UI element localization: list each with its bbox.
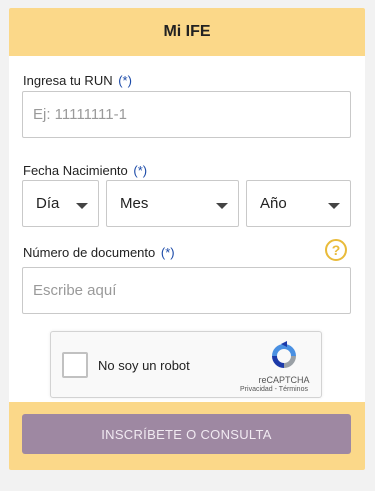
run-label-text: Ingresa tu RUN xyxy=(23,73,113,88)
birth-date-label: Fecha Nacimiento (*) xyxy=(23,163,147,178)
chevron-down-icon xyxy=(216,202,228,209)
help-icon[interactable]: ? xyxy=(325,239,347,261)
recaptcha-brand: reCAPTCHA xyxy=(258,375,310,385)
page-title: Mi IFE xyxy=(163,23,211,40)
recaptcha-label: No soy un robot xyxy=(98,358,190,373)
month-select-value: Mes xyxy=(120,195,149,212)
required-mark: (*) xyxy=(160,245,175,260)
document-number-input[interactable]: Escribe aquí xyxy=(22,267,351,314)
run-input-placeholder: Ej: 11111111-1 xyxy=(33,106,127,123)
day-select-value: Día xyxy=(36,195,60,212)
birth-date-label-text: Fecha Nacimiento xyxy=(23,163,128,178)
document-number-placeholder: Escribe aquí xyxy=(33,282,117,299)
chevron-down-icon xyxy=(328,202,340,209)
submit-button[interactable]: INSCRÍBETE O CONSULTA xyxy=(22,414,351,454)
help-icon-glyph: ? xyxy=(331,242,341,258)
form-card: Mi IFE Ingresa tu RUN (*) Ej: 11111111-1… xyxy=(9,8,365,470)
recaptcha-checkbox[interactable] xyxy=(62,352,88,378)
recaptcha-widget: No soy un robot reCAPTCHA Privacidad - T… xyxy=(50,331,322,398)
form-footer: INSCRÍBETE O CONSULTA xyxy=(9,402,365,470)
year-select[interactable]: Año xyxy=(246,180,351,227)
day-select[interactable]: Día xyxy=(22,180,99,227)
recaptcha-logo-icon xyxy=(272,341,296,368)
chevron-down-icon xyxy=(76,202,88,209)
run-label: Ingresa tu RUN (*) xyxy=(23,73,132,88)
year-select-value: Año xyxy=(260,195,287,212)
required-mark: (*) xyxy=(133,163,148,178)
month-select[interactable]: Mes xyxy=(106,180,239,227)
document-number-label: Número de documento (*) xyxy=(23,245,175,260)
required-mark: (*) xyxy=(118,73,132,88)
run-input[interactable]: Ej: 11111111-1 xyxy=(22,91,351,138)
page-header: Mi IFE xyxy=(9,8,365,56)
recaptcha-links[interactable]: Privacidad - Términos xyxy=(231,386,317,393)
document-number-label-text: Número de documento xyxy=(23,245,156,260)
